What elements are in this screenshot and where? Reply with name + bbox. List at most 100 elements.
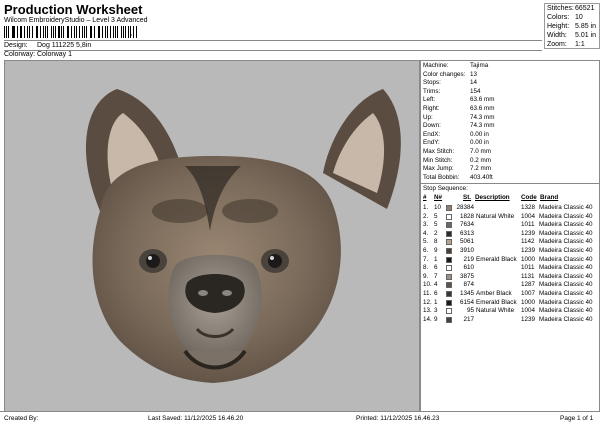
stop-stitches: 610 (454, 264, 474, 271)
stop-code: 1239 (521, 316, 535, 323)
stop-code: 1287 (521, 281, 535, 288)
stop-index: 8. (423, 264, 428, 271)
barcode-bar (40, 26, 41, 38)
thread-color-swatch (446, 257, 452, 263)
stop-index: 9. (423, 273, 428, 280)
stop-stitches: 217 (454, 316, 474, 323)
colorway-label: Colorway: (4, 51, 35, 58)
stop-code: 1000 (521, 256, 535, 263)
stop-stitches: 1345 (454, 290, 474, 297)
machine-param-label: EndY: (423, 139, 440, 146)
stop-brand: Madeira Classic 40 (539, 316, 593, 323)
dog-embroidery-image (5, 61, 419, 411)
stop-needle: 9 (434, 247, 438, 254)
thread-color-swatch (446, 248, 452, 254)
stop-index: 1. (423, 204, 428, 211)
machine-param-value: 403.40ft (470, 174, 493, 181)
thread-color-swatch (446, 274, 452, 280)
stop-stitches: 3875 (454, 273, 474, 280)
stitches-label: Stitches: (547, 5, 574, 12)
thread-color-swatch (446, 239, 452, 245)
stop-stitches: 6313 (454, 230, 474, 237)
summary-box: Stitches: 66521 Colors: 10 Height: 5.85 … (544, 3, 600, 49)
stop-needle: 1 (434, 256, 438, 263)
stop-needle: 5 (434, 221, 438, 228)
stop-brand: Madeira Classic 40 (539, 256, 593, 263)
stop-code: 1239 (521, 247, 535, 254)
zoom-value: 1:1 (575, 41, 585, 48)
barcode-bar (13, 26, 14, 38)
stop-index: 4. (423, 230, 428, 237)
stop-stitches: 6154 (454, 299, 474, 306)
stop-brand: Madeira Classic 40 (539, 281, 593, 288)
machine-param-label: Left: (423, 96, 435, 103)
stop-code: 1011 (521, 264, 535, 271)
stop-index: 14. (423, 316, 432, 323)
stop-code: 1328 (521, 204, 535, 211)
stop-needle: 1 (434, 299, 438, 306)
barcode-bar (115, 26, 116, 38)
barcode-bar (47, 26, 48, 38)
stop-code: 1000 (521, 299, 535, 306)
stop-stitches: 95 (454, 307, 474, 314)
machine-param-value: 63.6 mm (470, 96, 495, 103)
machine-param-value: 154 (470, 88, 481, 95)
stop-stitches: 7634 (454, 221, 474, 228)
barcode-tail: , (130, 28, 132, 37)
stop-brand: Madeira Classic 40 (539, 299, 593, 306)
col-brand: Brand (540, 194, 558, 201)
barcode (4, 26, 138, 38)
stop-sequence-title: Stop Sequence: (423, 185, 468, 192)
machine-param-value: 13 (470, 71, 477, 78)
stop-needle: 10 (434, 204, 441, 211)
machine-param-label: Up: (423, 114, 433, 121)
stop-stitches: 219 (454, 256, 474, 263)
worksheet-title: Production Worksheet (4, 2, 142, 17)
height-label: Height: (547, 23, 569, 30)
machine-param-label: Min Stitch: (423, 157, 452, 164)
machine-param-label: Right: (423, 105, 439, 112)
thread-color-swatch (446, 317, 452, 323)
barcode-bar (63, 26, 64, 38)
thread-color-swatch (446, 205, 452, 211)
machine-param-label: Max Jump: (423, 165, 454, 172)
stop-brand: Madeira Classic 40 (539, 273, 593, 280)
thread-color-swatch (446, 300, 452, 306)
stop-code: 1004 (521, 213, 535, 220)
divider (4, 40, 542, 41)
software-name: Wilcom EmbroideryStudio – Level 3 Advanc… (4, 17, 148, 24)
barcode-bar (107, 26, 108, 38)
stop-brand: Madeira Classic 40 (539, 204, 593, 211)
stop-description: Emerald Black (476, 299, 517, 306)
stop-stitches: 1828 (454, 213, 474, 220)
barcode-bar (102, 26, 103, 38)
zoom-label: Zoom: (547, 41, 567, 48)
stop-brand: Madeira Classic 40 (539, 221, 593, 228)
stop-index: 3. (423, 221, 428, 228)
thread-color-swatch (446, 214, 452, 220)
barcode-bar (94, 26, 95, 38)
machine-param-value: 14 (470, 79, 477, 86)
stop-index: 5. (423, 238, 428, 245)
stop-brand: Madeira Classic 40 (539, 290, 593, 297)
barcode-bar (4, 26, 5, 38)
barcode-bar (58, 26, 59, 38)
barcode-bar (76, 26, 77, 38)
stop-stitches: 28384 (454, 204, 474, 211)
stop-description: Natural White (476, 213, 514, 220)
machine-param-label: Down: (423, 122, 441, 129)
design-value: Dog 111225 5,8in (37, 42, 91, 49)
page-number: Page 1 of 1 (560, 415, 593, 422)
barcode-bar (12, 26, 13, 38)
stop-needle: 6 (434, 290, 438, 297)
machine-param-label: Max Stitch: (423, 148, 454, 155)
stop-stitches: 874 (454, 281, 474, 288)
col-code: Code (521, 194, 537, 201)
created-by: Created By: (4, 415, 38, 422)
machine-param-value: 74.3 mm (470, 114, 495, 121)
colorway-value: Colorway 1 (37, 51, 72, 58)
stop-index: 12. (423, 299, 432, 306)
machine-param-label: Color changes: (423, 71, 465, 78)
barcode-bar (71, 26, 72, 38)
barcode-bar (32, 26, 33, 38)
